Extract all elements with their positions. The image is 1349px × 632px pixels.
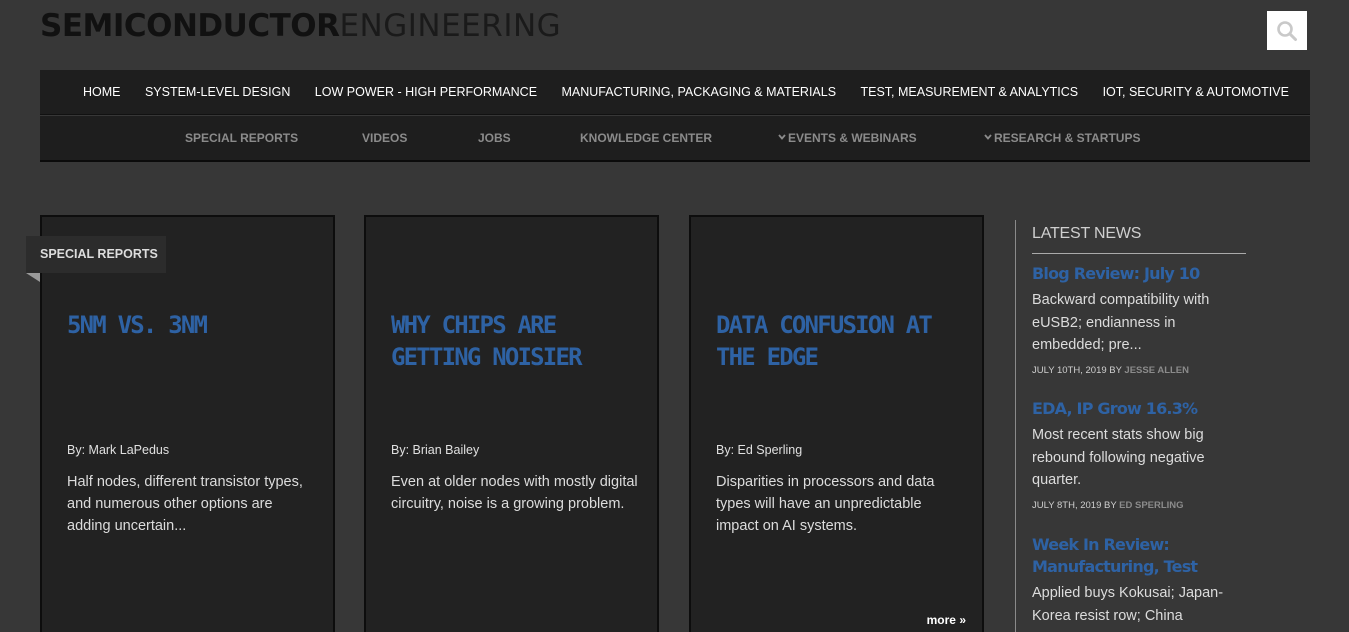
nav-videos[interactable]: VIDEOS xyxy=(362,131,407,145)
more-link[interactable]: more » xyxy=(927,613,966,627)
news-excerpt: Most recent stats show big rebound follo… xyxy=(1032,427,1205,488)
news-item: Week In Review: Manufacturing, Test Appl… xyxy=(1032,534,1232,632)
nav-special-reports[interactable]: SPECIAL REPORTS xyxy=(185,131,298,145)
search-icon xyxy=(1277,20,1297,41)
news-date: JULY 8TH, 2019 BY xyxy=(1032,499,1120,511)
article-card[interactable]: DATA CONFUSION AT THE EDGE By: Ed Sperli… xyxy=(689,215,984,632)
article-card[interactable]: 5NM VS. 3NM By: Mark LaPedus Half nodes,… xyxy=(40,215,335,632)
logo-light: ENGINEERING xyxy=(339,8,562,44)
chevron-down-icon xyxy=(984,134,992,140)
nav-research-startups[interactable]: RESEARCH & STARTUPS xyxy=(984,131,1140,145)
news-author[interactable]: ED SPERLING xyxy=(1119,500,1183,511)
card-title[interactable]: 5NM VS. 3NM xyxy=(67,309,327,341)
news-excerpt: Backward compatibility with eUSB2; endia… xyxy=(1032,292,1210,353)
card-excerpt: Even at older nodes with mostly digital … xyxy=(391,474,638,512)
card-excerpt: Disparities in processors and data types… xyxy=(716,474,935,534)
news-date: JULY 10TH, 2019 BY xyxy=(1032,364,1125,376)
special-reports-badge: SPECIAL REPORTS xyxy=(26,236,166,273)
nav-manufacturing[interactable]: MANUFACTURING, PACKAGING & MATERIALS xyxy=(561,85,836,99)
secondary-nav: SPECIAL REPORTS VIDEOS JOBS KNOWLEDGE CE… xyxy=(40,116,1310,162)
card-title[interactable]: DATA CONFUSION AT THE EDGE xyxy=(716,309,976,373)
badge-fold xyxy=(26,273,40,282)
news-excerpt: Applied buys Kokusai; Japan-Korea resist… xyxy=(1032,585,1224,632)
nav-events-webinars[interactable]: EVENTS & WEBINARS xyxy=(778,131,917,145)
card-excerpt: Half nodes, different transistor types, … xyxy=(67,474,303,534)
nav-home[interactable]: HOME xyxy=(83,85,121,99)
nav-events-label: EVENTS & WEBINARS xyxy=(788,131,917,145)
search-button[interactable] xyxy=(1267,11,1307,50)
nav-iot-security[interactable]: IOT, SECURITY & AUTOMOTIVE xyxy=(1103,85,1289,99)
news-item: EDA, IP Grow 16.3% Most recent stats sho… xyxy=(1032,398,1232,511)
news-meta: JULY 8TH, 2019 BY ED SPERLING xyxy=(1032,500,1232,511)
nav-low-power[interactable]: LOW POWER - HIGH PERFORMANCE xyxy=(315,85,537,99)
nav-research-label: RESEARCH & STARTUPS xyxy=(994,131,1141,145)
latest-news-sidebar: LATEST NEWS Blog Review: July 10 Backwar… xyxy=(1015,220,1246,632)
news-meta: JULY 10TH, 2019 BY JESSE ALLEN xyxy=(1032,365,1232,376)
news-title[interactable]: EDA, IP Grow 16.3% xyxy=(1032,398,1232,420)
article-card[interactable]: WHY CHIPS ARE GETTING NOISIER By: Brian … xyxy=(364,215,659,632)
logo-bold: SEMICONDUCTOR xyxy=(40,8,340,44)
news-title[interactable]: Blog Review: July 10 xyxy=(1032,263,1232,285)
nav-jobs[interactable]: JOBS xyxy=(478,131,511,145)
card-author: By: Brian Bailey xyxy=(391,443,480,457)
card-title[interactable]: WHY CHIPS ARE GETTING NOISIER xyxy=(391,309,651,373)
chevron-down-icon xyxy=(778,134,786,140)
nav-system-level-design[interactable]: SYSTEM-LEVEL DESIGN xyxy=(145,85,290,99)
card-author: By: Ed Sperling xyxy=(716,443,803,457)
news-item: Blog Review: July 10 Backward compatibil… xyxy=(1032,263,1232,376)
nav-knowledge-center[interactable]: KNOWLEDGE CENTER xyxy=(580,131,712,145)
sidebar-heading: LATEST NEWS xyxy=(1032,225,1246,254)
site-logo[interactable]: SEMICONDUCTORENGINEERING xyxy=(40,8,561,44)
news-title[interactable]: Week In Review: Manufacturing, Test xyxy=(1032,534,1232,578)
nav-test-measurement[interactable]: TEST, MEASUREMENT & ANALYTICS xyxy=(860,85,1078,99)
primary-nav: HOME SYSTEM-LEVEL DESIGN LOW POWER - HIG… xyxy=(40,70,1310,115)
news-author[interactable]: JESSE ALLEN xyxy=(1124,365,1189,376)
card-author: By: Mark LaPedus xyxy=(67,443,170,457)
